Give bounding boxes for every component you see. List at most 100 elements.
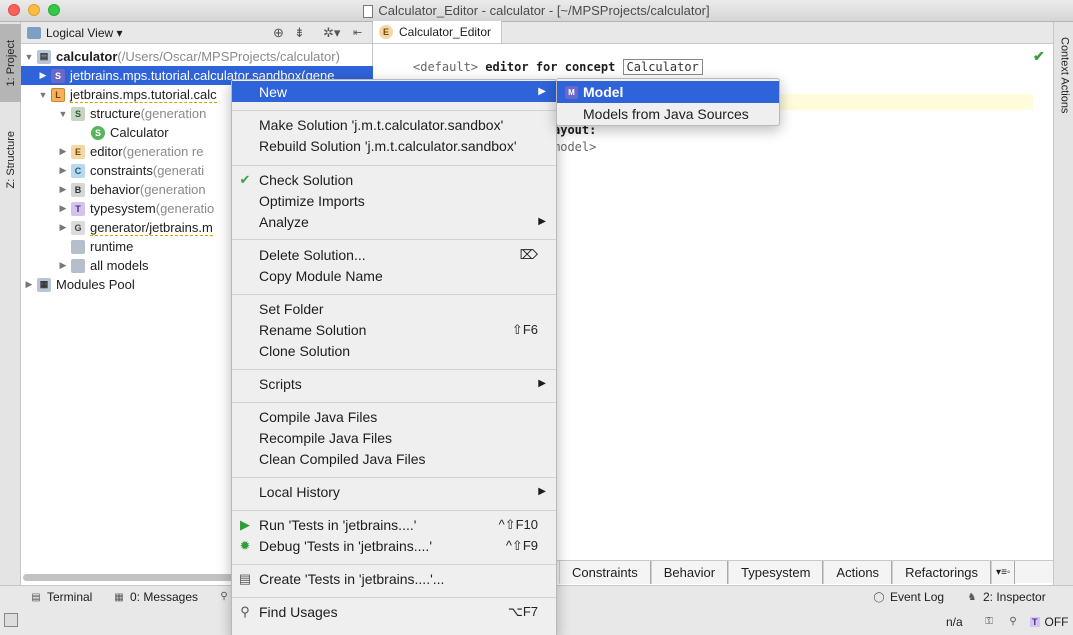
tool-windows-toggle-icon[interactable]	[4, 613, 18, 627]
code-keyword: editor for concept	[478, 60, 623, 74]
position-text: n/a	[946, 615, 963, 629]
menu-item-debug-tests-in-jetbrains[interactable]: ✹ Debug 'Tests in 'jetbrains....' ^⇧F9	[232, 535, 556, 556]
tree-node-detail: (/Users/Oscar/MPSProjects/calculator)	[117, 49, 340, 64]
lock-icon[interactable]: ⚿	[983, 615, 995, 627]
gear-icon[interactable]: ✲▾	[323, 25, 340, 41]
menu-item-find-usages[interactable]: ⚲ Find Usages ⌥F7	[232, 601, 556, 622]
locate-icon[interactable]: ⊕	[273, 25, 284, 41]
menu-item-run-tests-in-jetbrains[interactable]: ▶ Run 'Tests in 'jetbrains....' ^⇧F10	[232, 514, 556, 535]
messages-button[interactable]: ▦ 0: Messages	[113, 590, 198, 604]
collapsed-arrow-icon[interactable]: ▶	[57, 184, 69, 195]
tree-node-label: jetbrains.mps.tutorial.calc	[70, 86, 217, 103]
lock-glyph: ⚿	[985, 615, 993, 627]
code-model-cell[interactable]: model>	[553, 140, 596, 154]
tab-refactorings[interactable]: Refactorings	[892, 561, 992, 584]
menu-item-analyze[interactable]: Analyze ▶	[232, 211, 556, 232]
language-icon: L	[51, 87, 65, 102]
type-toggle[interactable]: T OFF	[1030, 615, 1069, 629]
menu-item-label: Clean Compiled Java Files	[259, 450, 426, 467]
hide-panel-icon[interactable]: ⇤	[353, 26, 362, 39]
behavior-aspect-icon: B	[71, 182, 85, 197]
menu-item-set-folder[interactable]: Set Folder	[232, 298, 556, 319]
collapsed-arrow-icon[interactable]: ▶	[37, 70, 49, 81]
menu-item-shortcut: ^⇧F9	[505, 537, 538, 553]
menu-item-label: Optimize Imports	[259, 192, 365, 209]
code-editor[interactable]: <default> editor for concept Calculator …	[413, 59, 703, 154]
menu-item-local-history[interactable]: Local History ▶	[232, 481, 556, 502]
tab-constraints[interactable]: Constraints	[559, 561, 651, 584]
run-icon: ▶	[240, 516, 250, 532]
submenu-item-model[interactable]: M Model	[557, 81, 779, 103]
menu-item-check-solution[interactable]: ✔ Check Solution	[232, 169, 556, 190]
menu-item-compile-java-files[interactable]: Compile Java Files	[232, 406, 556, 427]
menu-item-shortcut: ⇧F6	[511, 321, 538, 337]
tool-tab-structure-label: Z: Structure	[4, 131, 17, 189]
position-indicator: n/a	[946, 615, 963, 629]
tree-node-detail: (generati	[152, 163, 205, 178]
window-title: Calculator_Editor - calculator - [~/MPSP…	[378, 3, 710, 18]
menu-item-copy-module-name[interactable]: Copy Module Name	[232, 265, 556, 286]
menu-item-label: Clone Solution	[259, 342, 351, 359]
tree-node[interactable]: ▼ ▤ calculator (/Users/Oscar/MPSProjects/c…	[21, 47, 373, 66]
check-icon: ✔	[239, 171, 251, 187]
menu-item-rename-solution[interactable]: Rename Solution ⇧F6	[232, 319, 556, 340]
minimize-window-button[interactable]	[28, 4, 40, 16]
tool-tab-context-actions[interactable]: Context Actions	[1054, 30, 1073, 120]
concept-reference-cell[interactable]: Calculator	[622, 59, 703, 75]
more-tabs-icon[interactable]: ▾≡◦	[991, 561, 1016, 584]
tab-actions[interactable]: Actions	[823, 561, 893, 584]
collapsed-arrow-icon[interactable]: ▶	[23, 279, 35, 290]
view-selector[interactable]: Logical View ▾	[46, 26, 123, 40]
branch-glyph: ⚲	[1009, 615, 1017, 627]
tree-node-detail: (generation	[139, 182, 206, 197]
menu-item-delete-solution[interactable]: Delete Solution... ⌦	[232, 244, 556, 265]
menu-item-new[interactable]: New ▶	[232, 81, 556, 102]
tool-tab-context-actions-label: Context Actions	[1058, 36, 1071, 114]
generator-icon: G	[71, 220, 85, 235]
structure-aspect-icon: S	[71, 106, 85, 121]
menu-item-rebuild-solution-j-m-t-calculator-sandbox[interactable]: Rebuild Solution 'j.m.t.calculator.sandb…	[232, 135, 556, 156]
menu-item-recompile-java-files[interactable]: Recompile Java Files	[232, 427, 556, 448]
expanded-arrow-icon[interactable]: ▼	[57, 109, 69, 119]
menu-item-scripts[interactable]: Scripts ▶	[232, 373, 556, 394]
menu-item-label: Create 'Tests in 'jetbrains....'...	[259, 570, 445, 587]
event-log-label: Event Log	[890, 590, 945, 604]
collapsed-arrow-icon[interactable]: ▶	[57, 146, 69, 157]
new-submenu: M Model Models from Java Sources	[556, 78, 780, 126]
tab-typesystem-label: Typesystem	[741, 565, 811, 580]
terminal-button[interactable]: ▤ Terminal	[30, 590, 92, 604]
menu-separator	[232, 369, 556, 370]
close-window-button[interactable]	[8, 4, 20, 16]
menu-item-optimize-imports[interactable]: Optimize Imports	[232, 190, 556, 211]
inspector-button[interactable]: ♞ 2: Inspector	[966, 590, 1046, 604]
git-icon[interactable]: ⚲	[1007, 615, 1019, 627]
expanded-arrow-icon[interactable]: ▼	[23, 52, 35, 62]
tool-tab-project[interactable]: 1: Project	[0, 24, 21, 102]
logical-view-icon	[27, 26, 41, 39]
submenu-item-models-from-java[interactable]: Models from Java Sources	[557, 103, 779, 125]
tree-node-label: calculator	[56, 49, 118, 64]
tool-tab-structure[interactable]: Z: Structure	[0, 112, 21, 208]
menu-item-clone-solution[interactable]: Clone Solution	[232, 340, 556, 361]
typesystem-icon: T	[1030, 617, 1040, 627]
horizontal-scrollbar[interactable]	[23, 574, 248, 581]
collapsed-arrow-icon[interactable]: ▶	[57, 203, 69, 214]
menu-item-create-tests-in-jetbrains[interactable]: ▤ Create 'Tests in 'jetbrains....'...	[232, 568, 556, 589]
model-icon: M	[565, 85, 578, 99]
collapsed-arrow-icon[interactable]: ▶	[57, 260, 69, 271]
collapsed-arrow-icon[interactable]: ▶	[57, 165, 69, 176]
zoom-window-button[interactable]	[48, 4, 60, 16]
collapse-all-icon[interactable]: ⇟	[294, 25, 305, 41]
window-controls	[8, 4, 60, 16]
search-icon-tool[interactable]: ⚲	[218, 590, 230, 602]
menu-item-clean-compiled-java-files[interactable]: Clean Compiled Java Files	[232, 448, 556, 469]
menu-item-make-solution-j-m-t-calculator-sandbox[interactable]: Make Solution 'j.m.t.calculator.sandbox'	[232, 114, 556, 135]
tab-behavior[interactable]: Behavior	[650, 561, 729, 584]
event-log-button[interactable]: ◯ Event Log	[873, 590, 944, 604]
terminal-icon: ▤	[31, 591, 41, 603]
collapsed-arrow-icon[interactable]: ▶	[57, 222, 69, 233]
code-default-cell[interactable]: <default>	[413, 60, 478, 74]
tab-typesystem[interactable]: Typesystem	[728, 561, 824, 584]
tab-calculator-editor[interactable]: E Calculator_Editor	[373, 21, 503, 43]
expanded-arrow-icon[interactable]: ▼	[37, 90, 49, 100]
